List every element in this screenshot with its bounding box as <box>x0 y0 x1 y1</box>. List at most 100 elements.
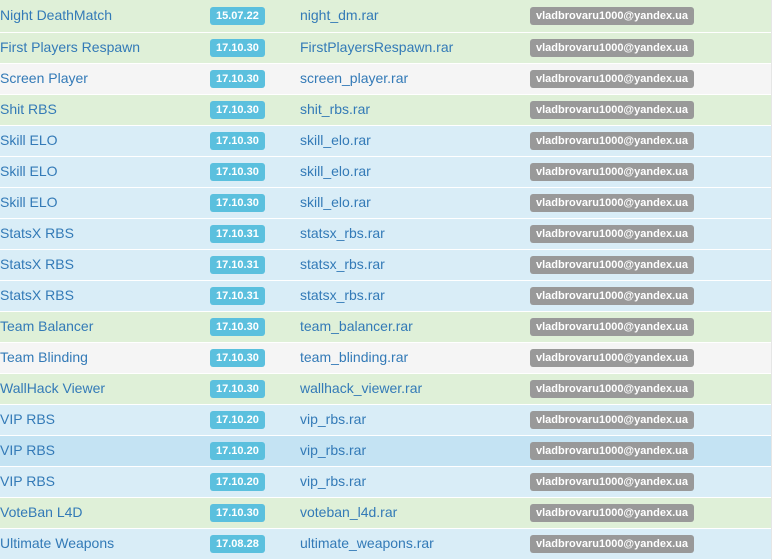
file-cell: ultimate_weapons.rar <box>300 528 530 560</box>
author-cell: vladbrovaru1000@yandex.ua <box>530 249 772 281</box>
file-link[interactable]: statsx_rbs.rar <box>300 287 385 303</box>
file-link[interactable]: vip_rbs.rar <box>300 411 366 427</box>
file-cell: statsx_rbs.rar <box>300 280 530 312</box>
author-badge: vladbrovaru1000@yandex.ua <box>530 442 694 460</box>
table-row[interactable]: Skill ELO 17.10.30 skill_elo.rar vladbro… <box>0 187 772 219</box>
version-cell: 17.10.30 <box>210 187 300 219</box>
author-cell: vladbrovaru1000@yandex.ua <box>530 218 772 250</box>
plugin-name-link[interactable]: Skill ELO <box>0 194 58 210</box>
author-badge: vladbrovaru1000@yandex.ua <box>530 287 694 305</box>
table-row[interactable]: VoteBan L4D 17.10.30 voteban_l4d.rar vla… <box>0 497 772 529</box>
plugin-name-cell: Team Balancer <box>0 311 210 343</box>
table-row[interactable]: Screen Player 17.10.30 screen_player.rar… <box>0 63 772 95</box>
file-link[interactable]: skill_elo.rar <box>300 194 371 210</box>
table-row[interactable]: Team Blinding 17.10.30 team_blinding.rar… <box>0 342 772 374</box>
file-link[interactable]: shit_rbs.rar <box>300 101 370 117</box>
version-cell: 17.10.31 <box>210 249 300 281</box>
plugin-name-link[interactable]: VIP RBS <box>0 442 55 458</box>
table-row[interactable]: VIP RBS 17.10.20 vip_rbs.rar vladbrovaru… <box>0 404 772 436</box>
file-link[interactable]: skill_elo.rar <box>300 132 371 148</box>
table-row[interactable]: WallHack Viewer 17.10.30 wallhack_viewer… <box>0 373 772 405</box>
version-cell: 17.10.30 <box>210 156 300 188</box>
file-cell: team_balancer.rar <box>300 311 530 343</box>
plugin-name-cell: Skill ELO <box>0 156 210 188</box>
file-link[interactable]: team_blinding.rar <box>300 349 408 365</box>
file-cell: vip_rbs.rar <box>300 404 530 436</box>
table-row[interactable]: Skill ELO 17.10.30 skill_elo.rar vladbro… <box>0 125 772 157</box>
file-cell: night_dm.rar <box>300 0 530 33</box>
table-row[interactable]: Shit RBS 17.10.30 shit_rbs.rar vladbrova… <box>0 94 772 126</box>
version-badge: 17.10.30 <box>210 163 265 181</box>
version-badge: 17.10.30 <box>210 504 265 522</box>
file-link[interactable]: vip_rbs.rar <box>300 442 366 458</box>
plugin-name-link[interactable]: Team Balancer <box>0 318 93 334</box>
table-row[interactable]: StatsX RBS 17.10.31 statsx_rbs.rar vladb… <box>0 249 772 281</box>
version-badge: 17.10.30 <box>210 380 265 398</box>
file-link[interactable]: voteban_l4d.rar <box>300 504 397 520</box>
plugin-name-link[interactable]: Team Blinding <box>0 349 88 365</box>
plugin-name-link[interactable]: WallHack Viewer <box>0 380 105 396</box>
version-cell: 17.10.20 <box>210 435 300 467</box>
plugin-name-link[interactable]: Skill ELO <box>0 163 58 179</box>
version-cell: 17.10.30 <box>210 32 300 64</box>
plugin-name-link[interactable]: Ultimate Weapons <box>0 535 114 551</box>
file-link[interactable]: screen_player.rar <box>300 70 408 86</box>
plugin-name-link[interactable]: VIP RBS <box>0 473 55 489</box>
version-badge: 17.10.20 <box>210 442 265 460</box>
table-row[interactable]: StatsX RBS 17.10.31 statsx_rbs.rar vladb… <box>0 218 772 250</box>
file-link[interactable]: FirstPlayersRespawn.rar <box>300 39 453 55</box>
file-cell: wallhack_viewer.rar <box>300 373 530 405</box>
plugin-name-link[interactable]: Skill ELO <box>0 132 58 148</box>
author-badge: vladbrovaru1000@yandex.ua <box>530 473 694 491</box>
file-cell: vip_rbs.rar <box>300 466 530 498</box>
file-cell: FirstPlayersRespawn.rar <box>300 32 530 64</box>
author-cell: vladbrovaru1000@yandex.ua <box>530 497 772 529</box>
version-cell: 17.10.30 <box>210 125 300 157</box>
file-link[interactable]: vip_rbs.rar <box>300 473 366 489</box>
plugin-name-cell: VIP RBS <box>0 404 210 436</box>
file-link[interactable]: ultimate_weapons.rar <box>300 535 434 551</box>
plugin-name-link[interactable]: Screen Player <box>0 70 88 86</box>
file-link[interactable]: skill_elo.rar <box>300 163 371 179</box>
plugin-name-link[interactable]: StatsX RBS <box>0 225 74 241</box>
table-row[interactable]: Ultimate Weapons 17.08.28 ultimate_weapo… <box>0 528 772 560</box>
plugin-name-link[interactable]: Shit RBS <box>0 101 57 117</box>
version-badge: 17.10.30 <box>210 349 265 367</box>
plugin-name-cell: VoteBan L4D <box>0 497 210 529</box>
table-row[interactable]: Team Balancer 17.10.30 team_balancer.rar… <box>0 311 772 343</box>
table-row[interactable]: StatsX RBS 17.10.31 statsx_rbs.rar vladb… <box>0 280 772 312</box>
file-link[interactable]: wallhack_viewer.rar <box>300 380 422 396</box>
file-link[interactable]: statsx_rbs.rar <box>300 256 385 272</box>
author-cell: vladbrovaru1000@yandex.ua <box>530 32 772 64</box>
version-cell: 17.10.30 <box>210 497 300 529</box>
author-badge: vladbrovaru1000@yandex.ua <box>530 411 694 429</box>
plugin-name-link[interactable]: StatsX RBS <box>0 256 74 272</box>
version-badge: 17.10.31 <box>210 287 265 305</box>
author-cell: vladbrovaru1000@yandex.ua <box>530 435 772 467</box>
file-link[interactable]: statsx_rbs.rar <box>300 225 385 241</box>
table-row[interactable]: Skill ELO 17.10.30 skill_elo.rar vladbro… <box>0 156 772 188</box>
author-cell: vladbrovaru1000@yandex.ua <box>530 466 772 498</box>
author-badge: vladbrovaru1000@yandex.ua <box>530 70 694 88</box>
plugin-name-link[interactable]: First Players Respawn <box>0 39 140 55</box>
plugin-name-link[interactable]: VoteBan L4D <box>0 504 83 520</box>
plugin-name-link[interactable]: VIP RBS <box>0 411 55 427</box>
file-cell: shit_rbs.rar <box>300 94 530 126</box>
version-badge: 17.10.31 <box>210 256 265 274</box>
table-row[interactable]: First Players Respawn 17.10.30 FirstPlay… <box>0 32 772 64</box>
file-cell: team_blinding.rar <box>300 342 530 374</box>
plugin-name-link[interactable]: StatsX RBS <box>0 287 74 303</box>
table-row[interactable]: VIP RBS 17.10.20 vip_rbs.rar vladbrovaru… <box>0 466 772 498</box>
file-link[interactable]: team_balancer.rar <box>300 318 413 334</box>
author-cell: vladbrovaru1000@yandex.ua <box>530 125 772 157</box>
file-link[interactable]: night_dm.rar <box>300 7 379 23</box>
table-row[interactable]: VIP RBS 17.10.20 vip_rbs.rar vladbrovaru… <box>0 435 772 467</box>
plugin-name-cell: VIP RBS <box>0 466 210 498</box>
version-cell: 15.07.22 <box>210 0 300 33</box>
author-cell: vladbrovaru1000@yandex.ua <box>530 63 772 95</box>
plugin-name-link[interactable]: Night DeathMatch <box>0 7 112 23</box>
version-cell: 17.10.31 <box>210 218 300 250</box>
table-row[interactable]: Night DeathMatch 15.07.22 night_dm.rar v… <box>0 0 772 33</box>
version-cell: 17.10.30 <box>210 342 300 374</box>
version-badge: 17.10.30 <box>210 39 265 57</box>
